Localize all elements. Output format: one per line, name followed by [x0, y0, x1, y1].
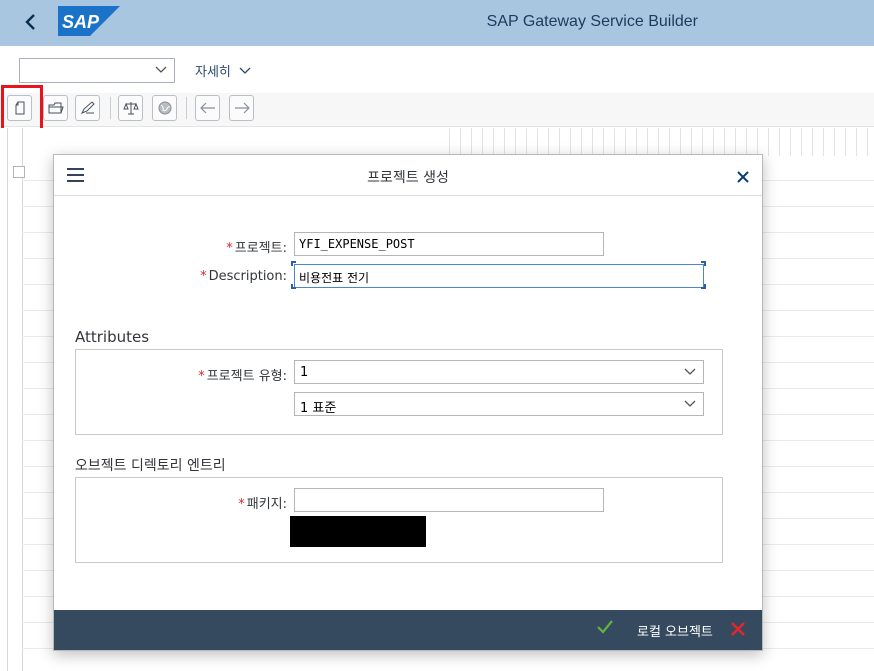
- package-input[interactable]: [294, 488, 604, 512]
- focus-corner: [291, 261, 296, 266]
- project-type-select[interactable]: 1: [294, 360, 704, 384]
- close-icon[interactable]: [736, 164, 750, 188]
- dialog-footer: 로컬 오브젝트: [54, 610, 762, 650]
- redacted-block: [290, 516, 426, 547]
- chevron-down-icon: [154, 62, 168, 81]
- open-icon: [48, 102, 64, 114]
- dialog-title: 프로젝트 생성: [367, 170, 449, 186]
- sap-logo-text: SAP: [62, 12, 100, 32]
- edit-button[interactable]: [75, 95, 100, 121]
- project-type-text-value: 1 표준: [300, 401, 337, 416]
- details-menu[interactable]: 자세히: [195, 61, 252, 80]
- dialog-header: 프로젝트 생성: [54, 155, 762, 196]
- arrow-left-icon: [199, 102, 215, 114]
- required-marker: *: [200, 269, 207, 284]
- check-button[interactable]: [118, 95, 143, 121]
- project-label: * 프로젝트:: [226, 241, 287, 256]
- focus-corner: [701, 284, 706, 289]
- globe-icon: [158, 101, 171, 115]
- chevron-down-icon: [683, 363, 697, 383]
- focus-corner: [291, 284, 296, 289]
- toolbar: [0, 93, 874, 127]
- project-input[interactable]: YFI_EXPENSE_POST: [294, 232, 604, 256]
- create-project-dialog: 프로젝트 생성 * 프로젝트: YFI_EXPENSE_POST * Descrip…: [53, 154, 763, 651]
- balance-scale-icon: [122, 102, 139, 115]
- back-nav-button[interactable]: [195, 95, 220, 121]
- focus-corner: [701, 261, 706, 266]
- details-label: 자세히: [195, 65, 231, 80]
- back-arrow-icon: [25, 14, 35, 30]
- row-select-checkbox[interactable]: [13, 166, 25, 178]
- globe-button[interactable]: [152, 95, 177, 121]
- confirm-check-icon[interactable]: [596, 619, 614, 640]
- edit-icon: [80, 101, 95, 114]
- toolbar-separator: [110, 97, 111, 119]
- back-button[interactable]: [18, 8, 44, 36]
- package-label: * 패키지:: [238, 497, 287, 512]
- open-button[interactable]: [43, 95, 68, 121]
- description-input[interactable]: 비용전표 전기: [294, 264, 704, 288]
- command-field[interactable]: [19, 58, 175, 83]
- shell-header: SAP SAP Gateway Service Builder: [0, 0, 874, 46]
- forward-nav-button[interactable]: [229, 95, 254, 121]
- local-object-button[interactable]: 로컬 오브젝트: [637, 621, 713, 640]
- chevron-down-icon: [683, 395, 697, 415]
- grid-ruler: [449, 128, 874, 156]
- toolbar-separator: [186, 97, 187, 119]
- project-type-label: * 프로젝트 유형:: [198, 369, 287, 384]
- required-marker: *: [198, 369, 205, 384]
- chevron-down-icon: [239, 67, 251, 74]
- object-directory-title: 오브젝트 디렉토리 엔트리: [75, 458, 226, 474]
- required-marker: *: [238, 497, 245, 512]
- description-label: * Description:: [200, 269, 287, 284]
- new-button-highlight: [1, 85, 43, 131]
- attributes-title: Attributes: [75, 328, 150, 346]
- app-title: SAP Gateway Service Builder: [486, 13, 698, 30]
- sub-header: 자세히: [0, 46, 874, 94]
- project-type-text-select[interactable]: 1 표준: [294, 392, 704, 416]
- arrow-right-icon: [234, 102, 250, 114]
- sap-logo: SAP: [58, 6, 120, 36]
- required-marker: *: [226, 241, 233, 256]
- cancel-x-icon[interactable]: [730, 616, 746, 643]
- project-type-value: 1: [300, 365, 309, 380]
